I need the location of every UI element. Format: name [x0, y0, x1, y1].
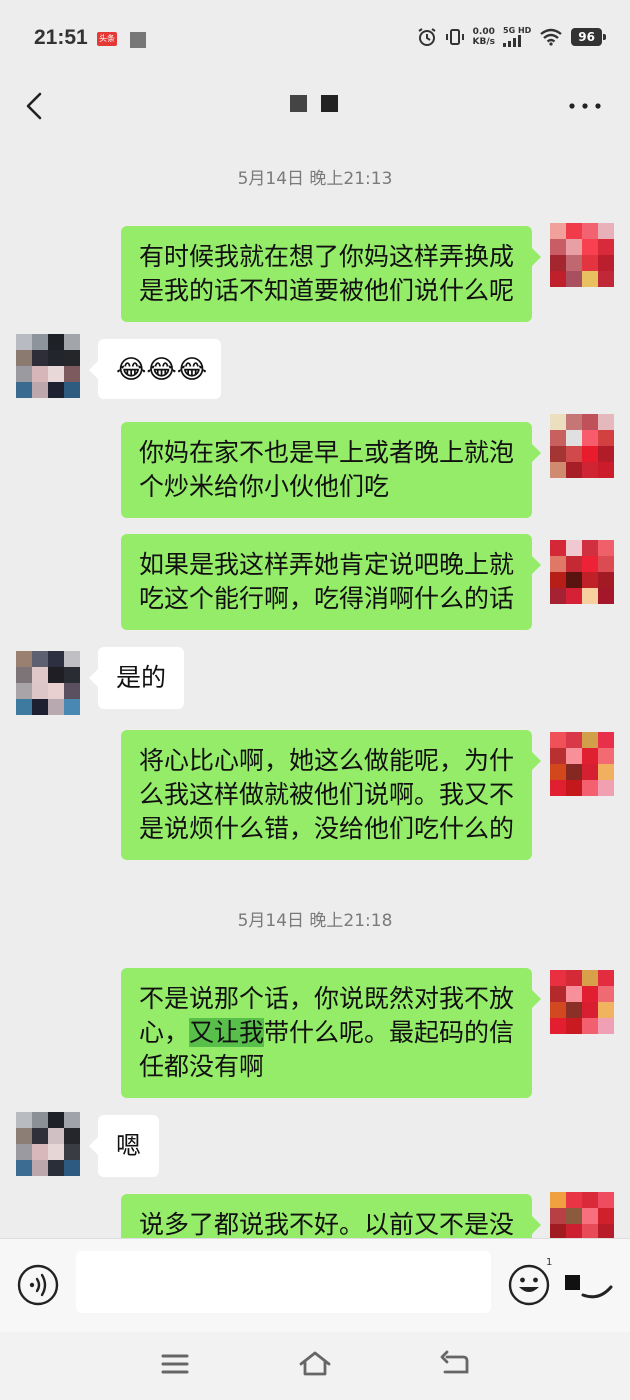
- input-bar: 1: [0, 1238, 630, 1332]
- notification-square-icon: [130, 32, 146, 48]
- chevron-left-icon[interactable]: [20, 86, 50, 126]
- message-bubble-received[interactable]: 是的: [88, 647, 185, 709]
- text-selection-highlight[interactable]: 又让我: [188, 1018, 264, 1047]
- signal-5g: 5G HD: [503, 26, 531, 47]
- avatar-self[interactable]: [550, 732, 614, 796]
- avatar-self[interactable]: [550, 970, 614, 1034]
- home-icon[interactable]: [297, 1348, 333, 1380]
- plus-icon[interactable]: [563, 1261, 615, 1309]
- timestamp: 5月14日 晚上21:13: [237, 169, 393, 189]
- avatar-self[interactable]: [550, 223, 614, 287]
- message-bubble-sent[interactable]: 有时候我就在想了你妈这样弄换成 是我的话不知道要被他们说什么呢: [120, 226, 542, 322]
- message-bubble-sent[interactable]: 将心比心啊，她这么做能呢，为什 么我这样做就被他们说啊。我又不 是说烦什么错，没…: [120, 730, 542, 860]
- alarm-icon: [417, 27, 436, 46]
- message-bubble-received[interactable]: 嗯: [88, 1115, 160, 1177]
- message-bubble-sent[interactable]: 你妈在家不也是早上或者晚上就泡 个炒米给你小伙他们吃: [120, 422, 542, 518]
- more-horizontal-icon[interactable]: [568, 96, 602, 116]
- message-input[interactable]: [76, 1251, 491, 1313]
- chat-header: [0, 78, 630, 136]
- avatar-contact[interactable]: [16, 334, 80, 398]
- vibrate-icon: [445, 28, 464, 45]
- status-time: 21:51: [34, 26, 88, 49]
- app-notification-icon: 头条: [97, 32, 117, 46]
- voice-icon[interactable]: [16, 1263, 60, 1307]
- message-list[interactable]: 5月14日 晚上21:13 有时候我就在想了你妈这样弄换成 是我的话不知道要被他…: [0, 136, 630, 1238]
- avatar-self[interactable]: [550, 540, 614, 604]
- message-bubble-sent[interactable]: 不是说那个话，你说既然对我不放 心，又让我带什么呢。最起码的信 任都没有啊: [120, 968, 542, 1098]
- system-nav-bar: [0, 1332, 630, 1400]
- message-bubble-received[interactable]: 😂😂😂: [88, 339, 222, 399]
- message-bubble-sent[interactable]: 说多了都说我不好。以前又不是没: [120, 1194, 542, 1238]
- emoji-icon[interactable]: [507, 1263, 551, 1307]
- return-icon[interactable]: [437, 1348, 473, 1380]
- status-bar: 21:51 头条 0.00 KB/s 5G HD 96: [0, 0, 630, 78]
- signal-bars-icon: [503, 35, 531, 47]
- battery-indicator: 96: [571, 27, 606, 46]
- timestamp: 5月14日 晚上21:18: [237, 911, 393, 931]
- laughing-emoji: 😂😂😂: [116, 355, 208, 385]
- avatar-self[interactable]: [550, 1192, 614, 1238]
- net-speed: 0.00 KB/s: [472, 26, 496, 47]
- status-icons: 0.00 KB/s 5G HD 96: [417, 26, 606, 47]
- avatar-self[interactable]: [550, 414, 614, 478]
- message-bubble-sent[interactable]: 如果是我这样弄她肯定说吧晚上就 吃这个能行啊，吃得消啊什么的话: [120, 534, 542, 630]
- menu-icon[interactable]: [157, 1348, 193, 1380]
- chat-title-redacted: [290, 95, 338, 112]
- avatar-contact[interactable]: [16, 1112, 80, 1176]
- wifi-icon: [540, 28, 563, 46]
- avatar-contact[interactable]: [16, 651, 80, 715]
